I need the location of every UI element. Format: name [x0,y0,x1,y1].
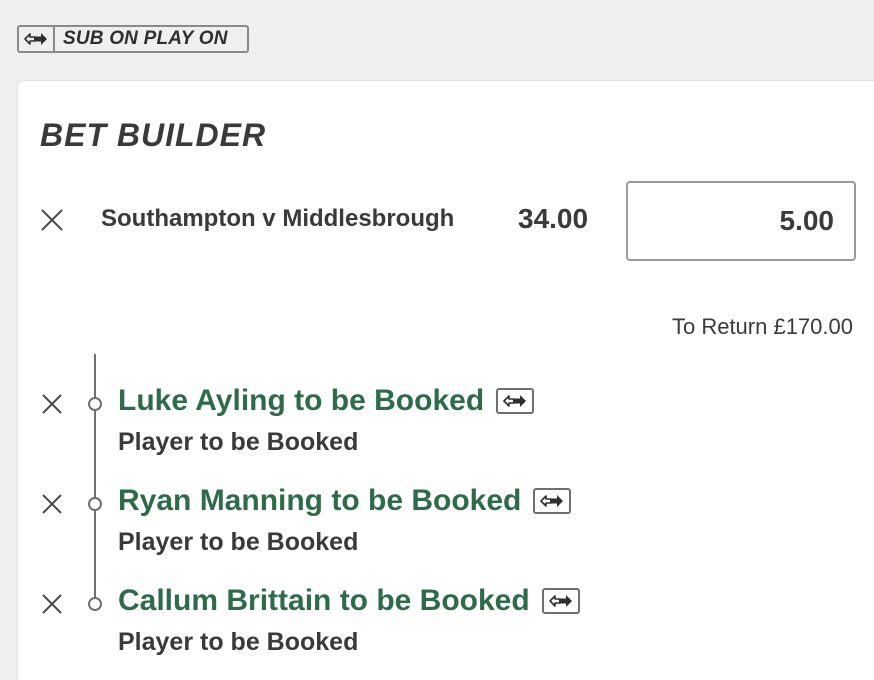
bet-builder-card: BET BUILDER Southampton v Middlesbrough … [17,80,874,680]
leg-market: Player to be Booked [118,428,359,456]
timeline-node [88,397,102,411]
remove-leg-close-icon[interactable] [40,592,64,616]
leg-selection[interactable]: Callum Brittain to be Booked [118,584,580,618]
remove-bet-close-icon[interactable] [40,208,64,232]
timeline-node [88,597,102,611]
leg-selection-label: Luke Ayling to be Booked [118,384,485,417]
swap-arrows-icon[interactable] [496,388,535,414]
event-name: Southampton v Middlesbrough [101,205,455,232]
leg-market: Player to be Booked [118,628,359,656]
bet-leg: Luke Ayling to be Booked Player to be Bo… [18,384,868,474]
leg-market: Player to be Booked [118,528,359,556]
swap-arrows-icon[interactable] [533,488,572,514]
swap-arrows-icon [19,27,55,51]
leg-selection-label: Ryan Manning to be Booked [118,484,522,517]
bet-builder-title: BET BUILDER [40,117,267,153]
leg-selection[interactable]: Ryan Manning to be Booked [118,484,572,518]
leg-selection-label: Callum Brittain to be Booked [118,584,530,617]
sub-on-play-on-badge: SUB ON PLAY ON [17,25,249,53]
leg-selection[interactable]: Luke Ayling to be Booked [118,384,535,418]
stake-input[interactable] [626,181,856,261]
sub-on-play-on-label: SUB ON PLAY ON [63,28,228,49]
bet-leg: Callum Brittain to be Booked Player to b… [18,584,868,674]
swap-arrows-icon[interactable] [541,588,580,614]
to-return-text: To Return £170.00 [671,314,853,339]
remove-leg-close-icon[interactable] [40,492,64,516]
timeline-node [88,497,102,511]
remove-leg-close-icon[interactable] [40,392,64,416]
bet-leg: Ryan Manning to be Booked Player to be B… [18,484,868,574]
bet-odds: 34.00 [518,203,589,234]
